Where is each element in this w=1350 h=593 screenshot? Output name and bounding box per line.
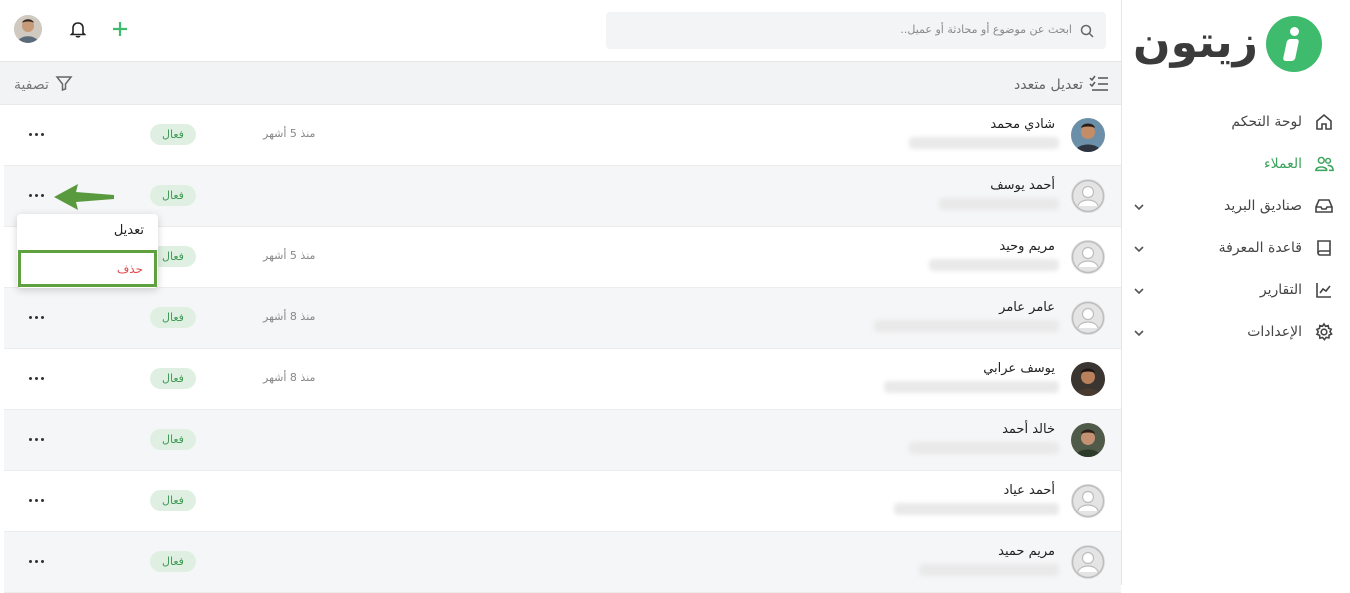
filter-icon	[55, 74, 73, 96]
customer-email-blurred	[919, 564, 1059, 576]
table-row[interactable]: أحمد عياد فعال	[4, 471, 1121, 532]
more-options-button[interactable]	[28, 310, 46, 324]
customer-name[interactable]: أحمد يوسف	[990, 178, 1055, 193]
logo-text: زيتون	[1133, 17, 1259, 68]
home-icon	[1314, 112, 1334, 132]
avatar	[1071, 240, 1105, 274]
more-options-button[interactable]	[28, 493, 46, 507]
sidebar-nav: لوحة التحكم العملاء صناديق البريد قاعدة …	[1121, 101, 1350, 353]
customer-email-blurred	[909, 442, 1059, 454]
inbox-icon	[1314, 196, 1334, 216]
table-row[interactable]: أحمد يوسف فعال	[4, 166, 1121, 227]
bulk-edit-label: تعديل متعدد	[1013, 77, 1083, 93]
table-row[interactable]: شادي محمد منذ 5 أشهر فعال	[4, 105, 1121, 166]
customer-name[interactable]: عامر عامر	[999, 300, 1055, 315]
book-icon	[1314, 238, 1334, 258]
chart-icon	[1314, 280, 1334, 300]
sidebar-item-label: الإعدادات	[1247, 324, 1302, 340]
filter-button[interactable]: تصفية	[14, 74, 73, 96]
search-placeholder: ابحث عن موضوع أو محادثة أو عميل..	[900, 23, 1072, 36]
sidebar-item-label: قاعدة المعرفة	[1218, 240, 1302, 256]
avatar	[1071, 118, 1105, 152]
customer-list: شادي محمد منذ 5 أشهر فعال أحمد يوسف فعال…	[4, 105, 1121, 593]
customer-name[interactable]: مريم وحيد	[999, 239, 1055, 254]
sidebar-item-label: التقارير	[1259, 282, 1302, 298]
sidebar-item-settings[interactable]: الإعدادات	[1121, 311, 1350, 353]
avatar	[1071, 545, 1105, 579]
more-options-button[interactable]	[28, 554, 46, 568]
topbar: ابحث عن موضوع أو محادثة أو عميل..	[0, 0, 1121, 62]
last-activity: منذ 8 أشهر	[263, 310, 316, 323]
table-row[interactable]: يوسف عرابي منذ 8 أشهر فعال	[4, 349, 1121, 410]
avatar	[1071, 423, 1105, 457]
table-row[interactable]: عامر عامر منذ 8 أشهر فعال	[4, 288, 1121, 349]
table-row[interactable]: مريم وحيد منذ 5 أشهر فعال	[4, 227, 1121, 288]
app-logo[interactable]: زيتون	[1133, 14, 1322, 74]
list-check-icon	[1089, 74, 1109, 96]
delete-menu-item[interactable]: حذف	[18, 250, 157, 287]
customer-email-blurred	[884, 381, 1059, 393]
row-actions-menu: تعديل حذف	[17, 214, 158, 288]
status-badge: فعال	[150, 551, 196, 572]
chevron-down-icon[interactable]	[1133, 282, 1145, 301]
sidebar-item-dashboard[interactable]: لوحة التحكم	[1121, 101, 1350, 143]
delete-label: حذف	[116, 262, 143, 276]
sidebar: زيتون لوحة التحكم العملاء صناديق البريد	[1121, 0, 1350, 585]
customer-email-blurred	[874, 320, 1059, 332]
search-icon	[1080, 23, 1094, 42]
add-icon[interactable]	[110, 19, 130, 43]
status-badge: فعال	[150, 185, 196, 206]
avatar	[1071, 301, 1105, 335]
status-badge: فعال	[150, 368, 196, 389]
avatar	[1071, 179, 1105, 213]
bulk-edit-button[interactable]: تعديل متعدد	[1014, 74, 1109, 96]
last-activity: منذ 5 أشهر	[263, 249, 316, 262]
chevron-down-icon[interactable]	[1133, 240, 1145, 259]
more-options-button[interactable]	[28, 432, 46, 446]
status-badge: فعال	[150, 307, 196, 328]
chevron-down-icon[interactable]	[1133, 198, 1145, 217]
sidebar-item-label: العملاء	[1264, 156, 1302, 172]
logo-mark-icon	[1266, 16, 1322, 72]
status-badge: فعال	[150, 429, 196, 450]
sidebar-item-knowledge-base[interactable]: قاعدة المعرفة	[1121, 227, 1350, 269]
customer-name[interactable]: يوسف عرابي	[983, 361, 1055, 376]
last-activity: منذ 8 أشهر	[263, 371, 316, 384]
sidebar-item-mailboxes[interactable]: صناديق البريد	[1121, 185, 1350, 227]
table-row[interactable]: مريم حميد فعال	[4, 532, 1121, 593]
status-badge: فعال	[150, 124, 196, 145]
customer-email-blurred	[894, 503, 1059, 515]
sidebar-item-label: لوحة التحكم	[1231, 114, 1302, 130]
bell-icon[interactable]	[68, 19, 88, 43]
sidebar-item-customers[interactable]: العملاء	[1121, 143, 1350, 185]
customer-email-blurred	[939, 198, 1059, 210]
status-badge: فعال	[150, 490, 196, 511]
filter-label: تصفية	[14, 77, 49, 93]
user-avatar[interactable]	[14, 15, 42, 43]
customer-name[interactable]: مريم حميد	[998, 544, 1055, 559]
edit-menu-item[interactable]: تعديل	[114, 223, 144, 238]
last-activity: منذ 5 أشهر	[263, 127, 316, 140]
more-options-button[interactable]	[28, 188, 46, 202]
avatar	[1071, 362, 1105, 396]
customer-name[interactable]: أحمد عياد	[1003, 483, 1055, 498]
users-icon	[1314, 154, 1334, 174]
list-toolbar: تعديل متعدد تصفية	[0, 62, 1121, 105]
customer-email-blurred	[929, 259, 1059, 271]
customer-email-blurred	[909, 137, 1059, 149]
chevron-down-icon[interactable]	[1133, 324, 1145, 343]
sidebar-item-label: صناديق البريد	[1224, 198, 1302, 214]
table-row[interactable]: خالد أحمد فعال	[4, 410, 1121, 471]
gear-icon	[1314, 322, 1334, 342]
avatar	[1071, 484, 1105, 518]
annotation-arrow-icon	[52, 182, 116, 216]
customer-name[interactable]: خالد أحمد	[1002, 422, 1055, 437]
more-options-button[interactable]	[28, 127, 46, 141]
more-options-button[interactable]	[28, 371, 46, 385]
sidebar-item-reports[interactable]: التقارير	[1121, 269, 1350, 311]
search-input[interactable]: ابحث عن موضوع أو محادثة أو عميل..	[606, 12, 1106, 49]
customer-name[interactable]: شادي محمد	[990, 117, 1055, 132]
